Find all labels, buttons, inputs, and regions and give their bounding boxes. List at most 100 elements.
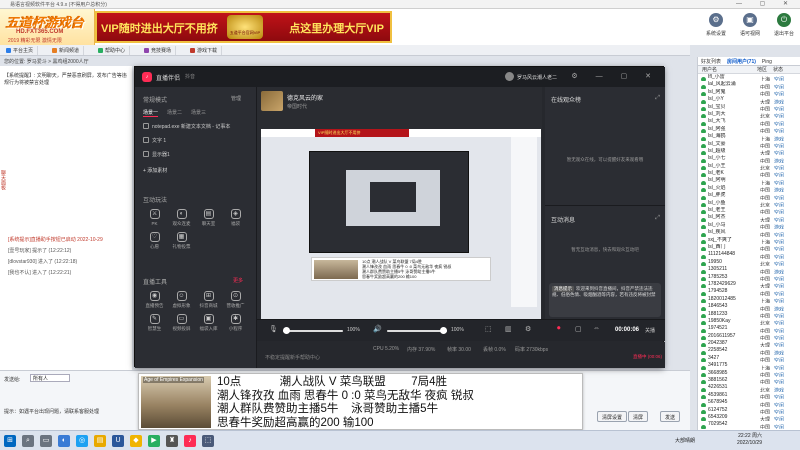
source-item[interactable]: 显示器1: [143, 151, 253, 158]
record-icon[interactable]: ⏺: [557, 325, 561, 333]
stream-preview[interactable]: VIP随时进出大厅不用挤 10点 潮人战队 V 菜鸟联盟 7局4胜 潮人锋孜孜 …: [261, 129, 541, 320]
side-chat-tab[interactable]: 聊天面板: [0, 170, 7, 190]
mic-volume-slider[interactable]: [283, 327, 343, 334]
tab-ping[interactable]: Ping: [759, 58, 775, 66]
end-live-button[interactable]: 关播: [645, 327, 655, 334]
search-icon[interactable]: ⌕: [22, 435, 34, 447]
vip-ad-banner[interactable]: VIP随时进出大厅不用挤 五道平台官网VIP 点这里办理大厅VIP: [95, 11, 392, 43]
user-row[interactable]: lsl_疾风 中国 空闲: [698, 229, 800, 237]
browser-icon[interactable]: ◎: [76, 435, 88, 447]
col-status[interactable]: 状态: [773, 66, 783, 73]
speaker-icon[interactable]: 🔊: [373, 325, 382, 333]
tab-scene-3[interactable]: 场景三: [191, 110, 206, 116]
window-controls[interactable]: — ▢ ✕: [736, 0, 796, 7]
studio-account[interactable]: 罗马风云潮人老二: [505, 72, 557, 81]
tab-download[interactable]: 游戏下载: [186, 46, 223, 55]
user-row[interactable]: 1846543 中国 游戏: [698, 303, 800, 311]
pk-button[interactable]: ⚔ PK: [141, 209, 168, 226]
user-row[interactable]: 3881562中国 空闲: [698, 377, 800, 385]
system-settings-button[interactable]: ⚙ 系统设置: [702, 13, 730, 43]
room-cover[interactable]: [261, 91, 283, 111]
tab-home[interactable]: 平台主页: [2, 46, 39, 55]
speaker-volume-slider[interactable]: [387, 327, 447, 334]
user-row[interactable]: 19850Kay北京 空闲: [698, 318, 800, 326]
user-row[interactable]: lsl_刘大北京 空闲: [698, 111, 800, 119]
user-row[interactable]: 5678945 中国 空闲: [698, 399, 800, 407]
app-icon[interactable]: ♜: [166, 435, 178, 447]
app-icon[interactable]: ◆: [130, 435, 142, 447]
mic-icon[interactable]: 🎙: [269, 325, 278, 333]
user-row[interactable]: 2016611957中国 空闲: [698, 333, 800, 341]
tab-room-users[interactable]: 房间用户(71): [724, 57, 759, 66]
col-username[interactable]: 用户名: [702, 66, 757, 73]
chart-icon[interactable]: ▥: [505, 325, 512, 333]
room-title[interactable]: 德克风云的家: [287, 93, 323, 102]
user-row[interactable]: lsl_小王北京 空闲: [698, 163, 800, 171]
expand-icon[interactable]: ⤢: [655, 215, 660, 222]
user-row[interactable]: lsl_西门中国 空闲: [698, 244, 800, 252]
tool-shop[interactable]: ⊞ 抖音商城: [195, 291, 222, 309]
tool-cast[interactable]: ▭ 视频投屏: [168, 314, 195, 332]
user-row[interactable]: 7029542 中国 空闲: [698, 421, 800, 429]
user-row[interactable]: lsl_小Y 大理 游戏: [698, 96, 800, 104]
mirror-icon[interactable]: ⇔: [593, 325, 600, 332]
system-clock[interactable]: 22:22 周六 2022/10/29: [737, 433, 762, 447]
tab-friends[interactable]: 好友列表: [698, 57, 724, 66]
user-row[interactable]: lsl_大飞中国 空闲: [698, 118, 800, 126]
douyin-icon[interactable]: ♪: [184, 435, 196, 447]
user-row[interactable]: 3668985中国 空闲: [698, 370, 800, 378]
send-to-select[interactable]: 所有人: [30, 374, 70, 382]
user-row[interactable]: lsl_老K中国 空闲: [698, 170, 800, 178]
user-row[interactable]: Ifl_小雷上海 空闲: [698, 74, 800, 82]
user-row[interactable]: lsl_海鸥 上海 游戏: [698, 133, 800, 141]
website-button[interactable]: ▣ 语可视网: [736, 13, 764, 43]
tool-avatar[interactable]: ☺ 虚拟形象: [168, 291, 195, 309]
user-row[interactable]: 2258542中国 游戏: [698, 347, 800, 355]
help-tip[interactable]: 不稳定提醒新手帮助中心: [265, 354, 320, 361]
tab-scene-2[interactable]: 场景二: [167, 110, 182, 116]
user-row[interactable]: lsl_火焰中国 游戏: [698, 185, 800, 193]
scenes-manage-button[interactable]: 管理: [231, 95, 241, 102]
clear-button[interactable]: 清屏: [628, 411, 649, 422]
user-row[interactable]: 6543209大理 空闲: [698, 414, 800, 422]
weather-tray[interactable]: 大部晴朗: [675, 437, 695, 444]
app-icon[interactable]: ◐: [58, 435, 70, 447]
user-row[interactable]: lsl_小七中国 游戏: [698, 155, 800, 163]
send-button[interactable]: 发送: [660, 411, 681, 422]
tools-more-button[interactable]: 更多: [233, 277, 243, 284]
user-row[interactable]: lsl_阿强中国 空闲: [698, 126, 800, 134]
user-row[interactable]: 1785253中国 空闲: [698, 274, 800, 281]
user-row[interactable]: 1794528中国 空闲: [698, 288, 800, 296]
add-source-button[interactable]: + 添加素材: [143, 167, 253, 174]
start-icon[interactable]: ⊞: [4, 435, 16, 447]
gift-vote-button[interactable]: ▦ 礼物投票: [168, 232, 195, 250]
tool-miniapp[interactable]: ✱ 小程序: [222, 314, 249, 332]
studio-window-controls[interactable]: ⚙ — ▢ ✕: [571, 72, 659, 80]
user-row[interactable]: lsl_小鱼北京 空闲: [698, 200, 800, 208]
audience-mic-button[interactable]: ◐ 观众连麦: [168, 209, 195, 227]
user-row[interactable]: lsl_胖虎中国 空闲: [698, 192, 800, 200]
user-row[interactable]: sxj_不爽了上海 空闲: [698, 237, 800, 244]
platform-logo[interactable]: 五道杯游戏台 HD.FXT365.COM 2019 精彩无限 激情无限: [0, 9, 95, 45]
user-row[interactable]: lal_风起云涌中国 空闲: [698, 81, 800, 89]
user-row[interactable]: lsl_宝贝中国 空闲: [698, 104, 800, 111]
tab-help[interactable]: 帮助中心: [94, 46, 131, 55]
user-row[interactable]: 3427中国 空闲: [698, 355, 800, 363]
app-icon[interactable]: ▶: [148, 435, 160, 447]
user-row[interactable]: 1974521中国 空闲: [698, 325, 800, 333]
user-row[interactable]: lsl_阿明上海 空闲: [698, 177, 800, 185]
lucky-bag-button[interactable]: ◈ 福袋: [222, 209, 249, 227]
user-row[interactable]: 4226531北京 游戏: [698, 384, 800, 392]
chat-room-button[interactable]: ▤ 聊天室: [195, 209, 222, 227]
user-row[interactable]: lsl_超级大理 空闲: [698, 148, 800, 156]
col-region[interactable]: 地区: [757, 66, 773, 73]
user-row[interactable]: 2042387大理 空闲: [698, 340, 800, 348]
tool-promo[interactable]: ⊙ 营收推广: [222, 291, 249, 309]
clear-settings-button[interactable]: 清屏设置: [597, 411, 628, 422]
settings-icon[interactable]: ⚙: [525, 325, 531, 333]
user-row[interactable]: 4539861中国 空闲: [698, 392, 800, 400]
user-row[interactable]: 1782429629大理 空闲: [698, 281, 800, 289]
user-row[interactable]: 6124752中国 空闲: [698, 407, 800, 414]
wish-button[interactable]: ♡ 心愿: [141, 232, 168, 250]
source-item[interactable]: 文字 1: [143, 137, 253, 144]
